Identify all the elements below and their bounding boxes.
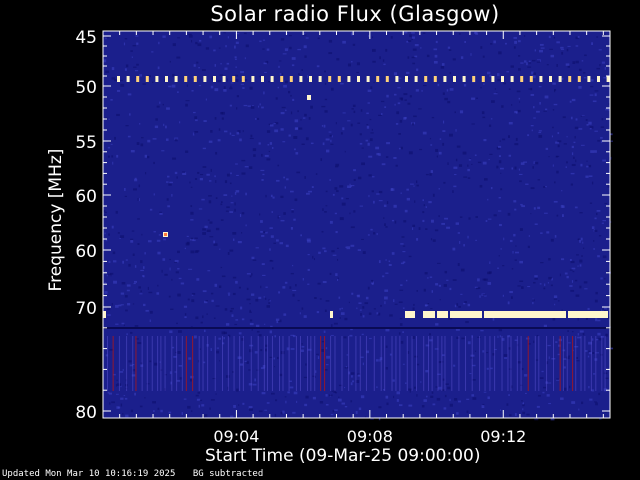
dashed-emission-dot — [529, 76, 533, 82]
persistent-emission-segment — [484, 311, 566, 318]
dashed-emission-dot — [193, 76, 197, 82]
dashed-emission-dot — [126, 76, 130, 82]
x-tick-label: 09:04 — [213, 427, 259, 446]
dashed-emission-dot — [597, 76, 600, 82]
dashed-emission-dot — [203, 76, 207, 82]
dashed-emission-dot — [357, 76, 360, 82]
dashed-emission-dot — [472, 76, 476, 82]
dashed-emission-dot — [117, 76, 120, 82]
x-axis-label: Start Time (09-Mar-25 09:00:00) — [205, 446, 481, 466]
y-tick-label: 55 — [75, 133, 97, 153]
dashed-emission-dot — [337, 76, 341, 82]
y-tick-label: 60 — [75, 187, 97, 207]
dashed-emission-dot — [405, 76, 408, 82]
dashed-emission-dot — [328, 76, 332, 82]
isolated-burst — [307, 95, 311, 100]
dashed-emission-dot — [443, 76, 447, 82]
y-tick-label: 70 — [75, 299, 97, 319]
persistent-emission-segment — [450, 311, 482, 318]
x-tick-label: 09:08 — [347, 427, 393, 446]
dashed-emission-dot — [414, 76, 418, 82]
persistent-emission-segment — [405, 311, 415, 318]
spectrogram-plot: 45 50 55 60 60 70 80 09:04 09:08 09:12 — [75, 28, 614, 446]
persistent-emission-segment — [568, 311, 608, 318]
y-tick-label: 45 — [75, 28, 97, 48]
updated-timestamp: Updated Mon Mar 10 10:16:19 2025 — [2, 469, 176, 479]
dashed-emission-dot — [232, 76, 236, 82]
persistent-emission-segment — [423, 311, 435, 318]
dashed-emission-dot — [539, 76, 543, 82]
plot-background — [103, 31, 610, 418]
dashed-emission-dot — [280, 76, 284, 82]
dashed-emission-dot — [558, 76, 562, 82]
dashed-emission-dot — [481, 76, 485, 82]
dashed-emission-dot — [453, 76, 456, 82]
dashed-emission-dot — [241, 76, 245, 82]
dashed-emission-dot — [136, 76, 140, 82]
dashed-emission-dot — [347, 76, 351, 82]
dashed-emission-dot — [424, 76, 428, 82]
dashed-emission-dot — [501, 76, 504, 82]
dashed-emission-dot — [251, 76, 255, 82]
dashed-emission-dot — [376, 76, 380, 82]
dashed-emission-dot — [165, 76, 168, 82]
dashed-emission-dot — [385, 76, 389, 82]
dashed-emission-dot — [433, 76, 437, 82]
dashed-emission-dot — [577, 76, 581, 82]
dashed-emission-dot — [155, 76, 159, 82]
dashed-emission-dot — [606, 76, 610, 82]
dashed-emission-dot — [462, 76, 466, 82]
spectrogram-figure: Solar radio Flux (Glasgow) Frequency [MH… — [0, 0, 640, 480]
dashed-emission-dot — [366, 76, 370, 82]
dashed-emission-dot — [213, 76, 216, 82]
emission-edge-mark — [330, 311, 333, 318]
isolated-burst-core — [164, 233, 167, 236]
footer: Updated Mon Mar 10 10:16:19 2025 BG subt… — [2, 469, 263, 479]
dashed-emission-dot — [261, 76, 264, 82]
dashed-emission-dot — [568, 76, 572, 82]
dashed-emission-dot — [289, 76, 293, 82]
dashed-emission-dot — [520, 76, 524, 82]
y-tick-label: 60 — [75, 242, 97, 262]
dashed-emission-dot — [299, 76, 303, 82]
dashed-emission-dot — [510, 76, 514, 82]
dashed-emission-dot — [174, 76, 178, 82]
dashed-emission-dot — [549, 76, 552, 82]
dashed-emission-dot — [318, 76, 322, 82]
dashed-emission-dot — [395, 76, 399, 82]
dashed-emission-dot — [491, 76, 495, 82]
y-tick-label: 50 — [75, 78, 97, 98]
dashed-emission-dot — [222, 76, 226, 82]
bg-subtracted-note: BG subtracted — [192, 469, 264, 479]
x-tick-label: 09:12 — [480, 427, 526, 446]
dashed-emission-dot — [270, 76, 274, 82]
persistent-emission-segment — [437, 311, 448, 318]
dashed-emission-dot — [309, 76, 312, 82]
dashed-emission-dot — [184, 76, 188, 82]
y-tick-label: 80 — [75, 403, 97, 423]
dashed-emission-dot — [145, 76, 149, 82]
dashed-emission-dot — [587, 76, 591, 82]
